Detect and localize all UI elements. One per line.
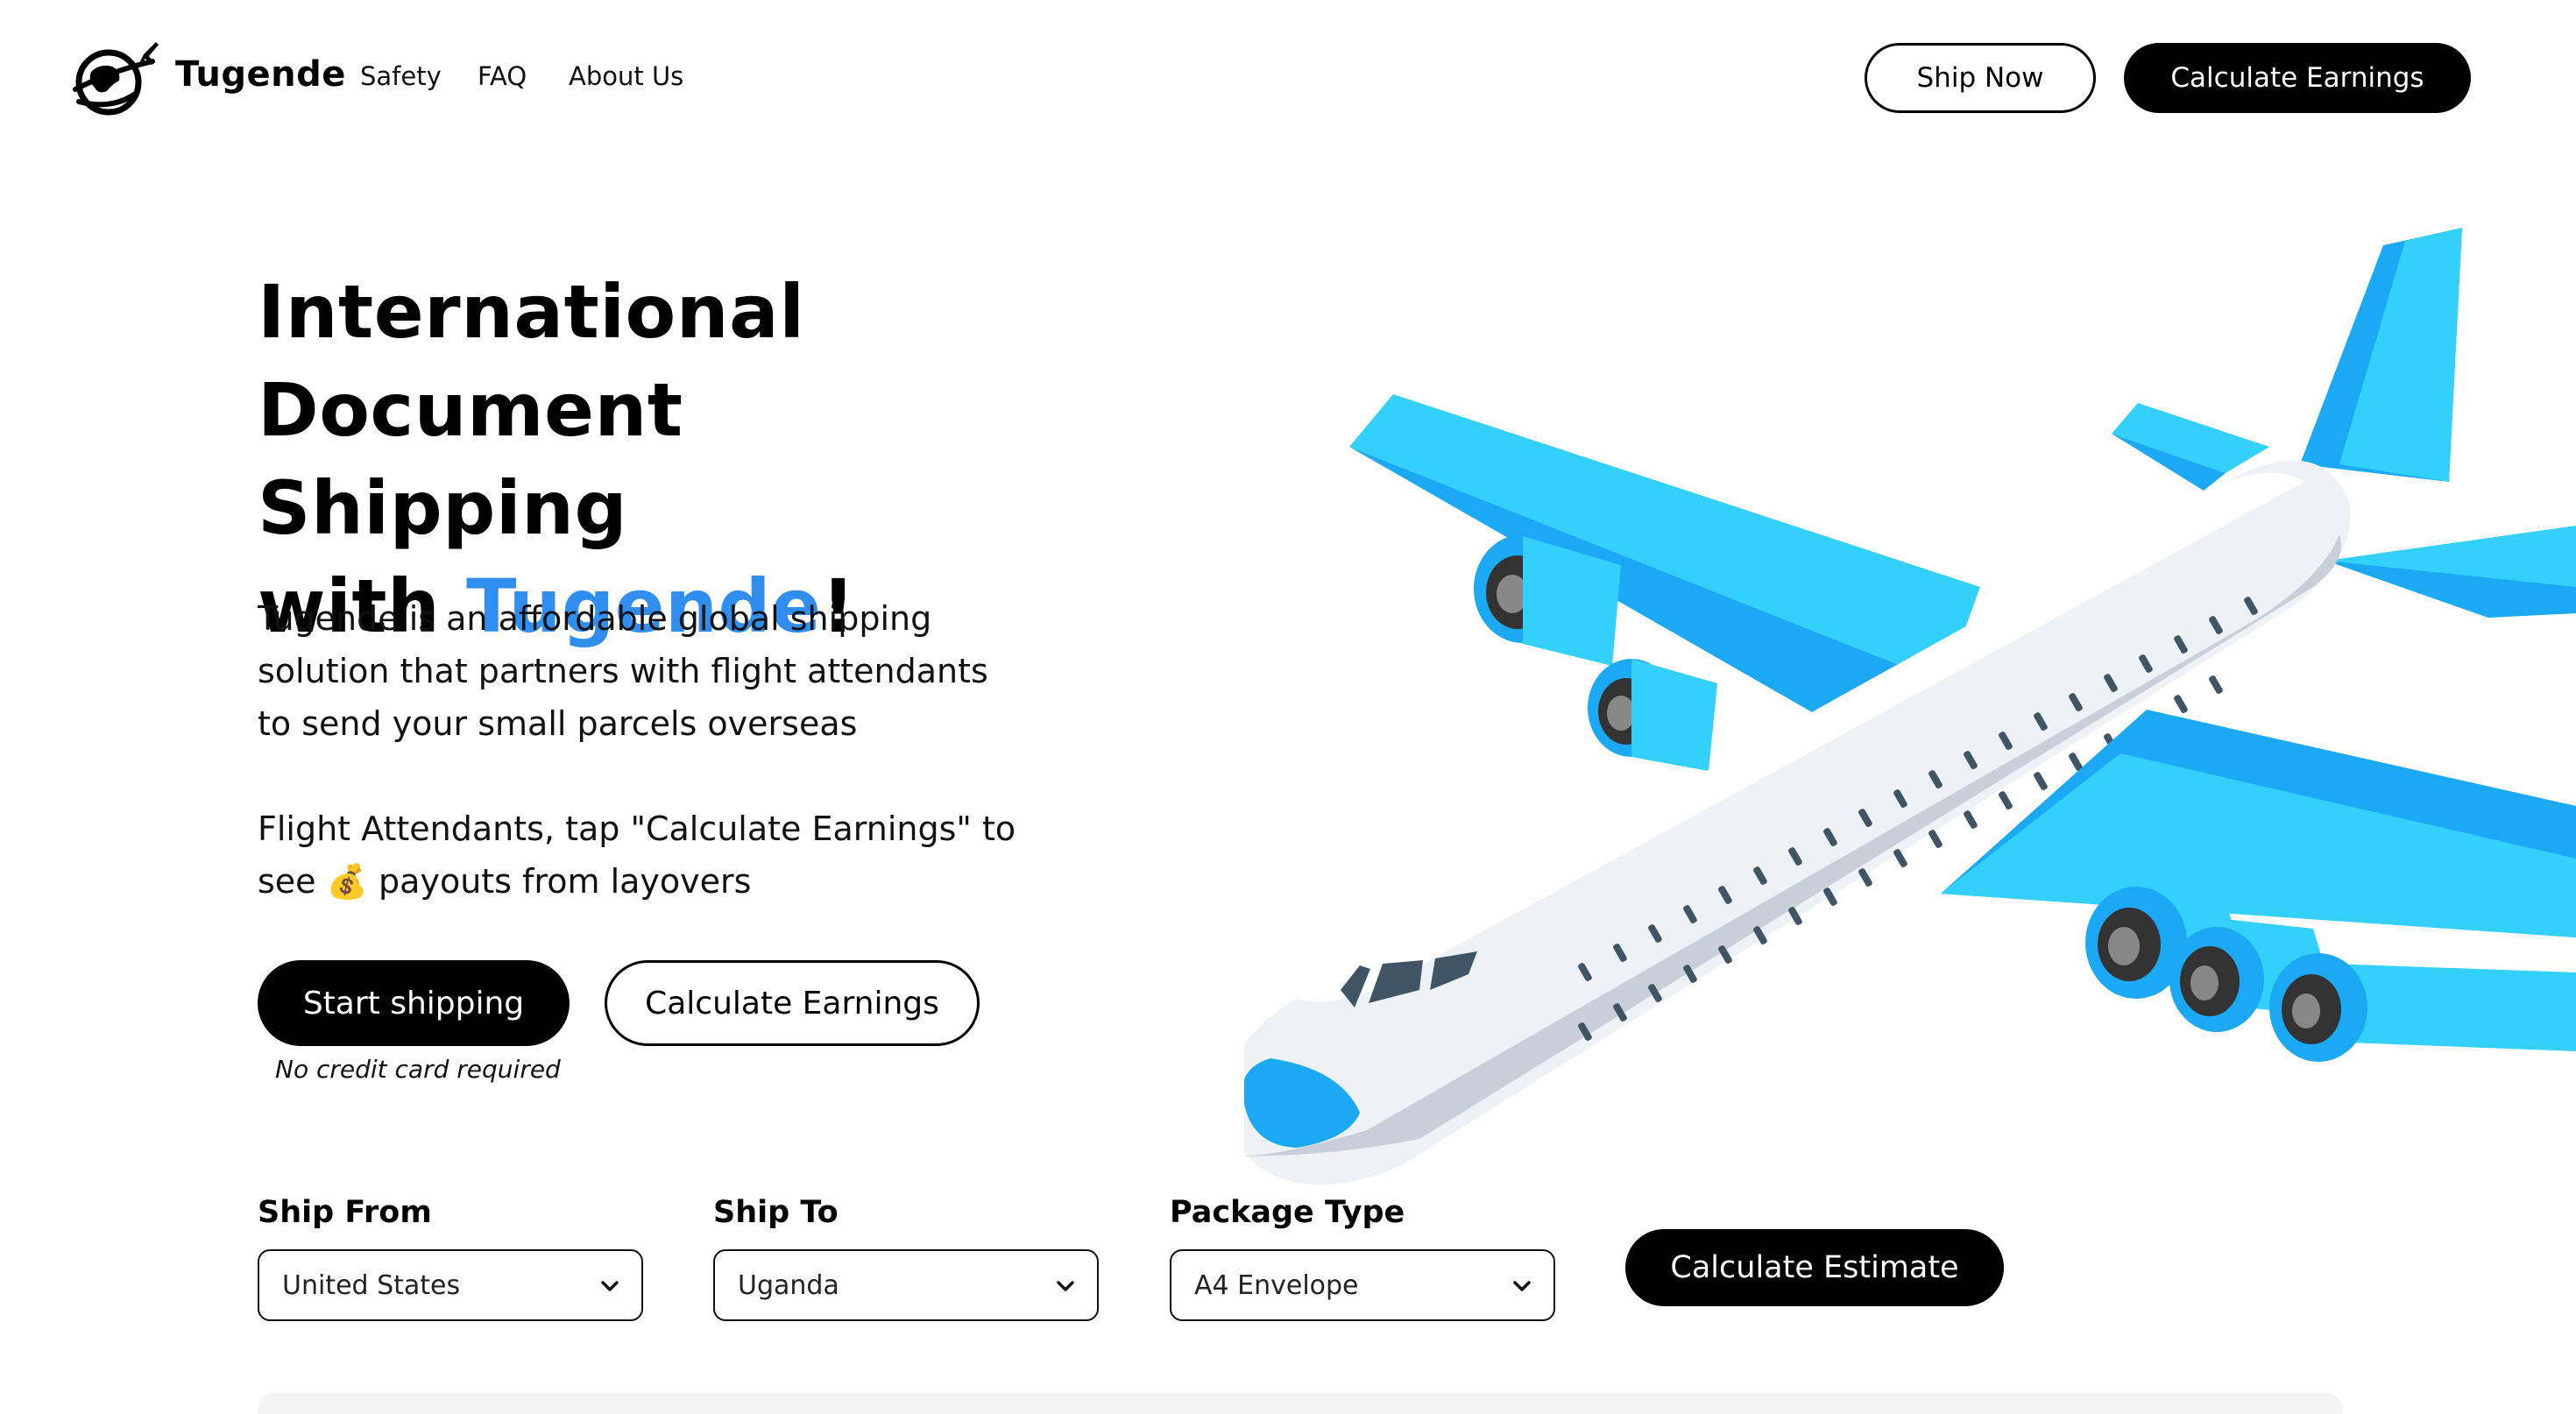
ship-from-select[interactable]: United States: [258, 1249, 643, 1321]
start-shipping-button[interactable]: Start shipping: [258, 960, 570, 1046]
brand-name[interactable]: Tugende: [175, 54, 346, 95]
header-calculate-earnings-label: Calculate Earnings: [2170, 62, 2424, 94]
attendant-text-suffix: payouts from layovers: [367, 862, 752, 901]
header-calculate-earnings-button[interactable]: Calculate Earnings: [2124, 43, 2471, 113]
ship-to-value: Uganda: [738, 1269, 839, 1301]
chevron-down-icon: [1513, 1281, 1531, 1291]
hero-calculate-earnings-label: Calculate Earnings: [645, 985, 939, 1022]
hero-title-line-2: Document Shipping: [258, 367, 683, 551]
chevron-down-icon: [1057, 1281, 1074, 1291]
airplane-illustration: [1244, 228, 2576, 1185]
landing-page: Tugende Safety FAQ About Us Ship Now Cal…: [0, 0, 2576, 1414]
ship-from-label: Ship From: [258, 1195, 432, 1230]
package-type-label: Package Type: [1170, 1195, 1405, 1230]
hero-title-line-1: International: [258, 269, 805, 355]
nav-link-faq[interactable]: FAQ: [478, 61, 527, 91]
package-type-select[interactable]: A4 Envelope: [1170, 1249, 1555, 1321]
ship-now-button[interactable]: Ship Now: [1865, 43, 2096, 113]
hero-attendant-text: Flight Attendants, tap "Calculate Earnin…: [258, 802, 1029, 908]
hero-calculate-earnings-button[interactable]: Calculate Earnings: [605, 960, 980, 1046]
ship-to-select[interactable]: Uganda: [713, 1249, 1099, 1321]
ship-to-label: Ship To: [713, 1195, 839, 1230]
estimate-results-panel: [258, 1393, 2343, 1414]
ship-now-label: Ship Now: [1916, 62, 2044, 94]
calculate-estimate-label: Calculate Estimate: [1670, 1250, 1959, 1285]
no-credit-card-note: No credit card required: [275, 1055, 561, 1084]
hero-description: Tugende is an affordable global shipping…: [258, 599, 988, 743]
globe-plane-logo-icon[interactable]: [68, 37, 161, 121]
money-bag-icon: 💰: [326, 862, 368, 901]
chevron-down-icon: [601, 1281, 619, 1291]
nav-link-safety[interactable]: Safety: [360, 61, 442, 91]
start-shipping-label: Start shipping: [302, 985, 525, 1022]
nav-link-about-us[interactable]: About Us: [569, 61, 683, 91]
calculate-estimate-button[interactable]: Calculate Estimate: [1625, 1229, 2004, 1306]
ship-from-value: United States: [282, 1269, 461, 1301]
package-type-value: A4 Envelope: [1194, 1269, 1359, 1301]
